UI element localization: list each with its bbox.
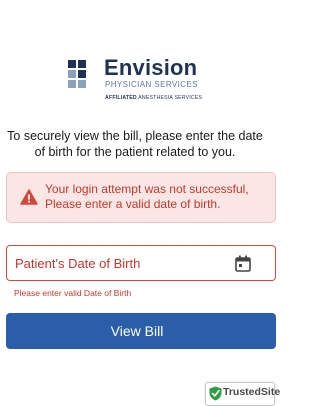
logo-subtitle: PHYSICIAN SERVICES: [105, 80, 198, 89]
dob-input[interactable]: [15, 247, 225, 279]
warning-triangle-icon: [20, 189, 38, 205]
calendar-icon[interactable]: [235, 255, 251, 272]
logo-affiliated-suffix: ANESTHESIA SERVICES: [138, 95, 203, 101]
logo-brand-name: Envision: [104, 55, 198, 80]
trustedsite-badge[interactable]: TrustedSite: [205, 382, 280, 406]
intro-instructions: To securely view the bill, please enter …: [7, 129, 263, 159]
envision-logo: Envision PHYSICIAN SERVICES AFFILIATED A…: [68, 55, 218, 105]
trustedsite-label: TrustedSite: [223, 386, 281, 398]
view-bill-button[interactable]: View Bill: [6, 313, 276, 349]
envision-logo-mark-icon: [68, 60, 96, 88]
dob-error-message: Please enter valid Date of Birth: [14, 288, 132, 298]
dob-field[interactable]: [6, 245, 276, 281]
check-shield-icon: [209, 386, 222, 401]
logo-affiliated-line: AFFILIATED ANESTHESIA SERVICES: [105, 95, 202, 101]
login-error-alert: Your login attempt was not successful, P…: [6, 172, 276, 223]
alert-message: Your login attempt was not successful, P…: [45, 182, 249, 211]
logo-affiliated-prefix: AFFILIATED: [105, 95, 137, 101]
